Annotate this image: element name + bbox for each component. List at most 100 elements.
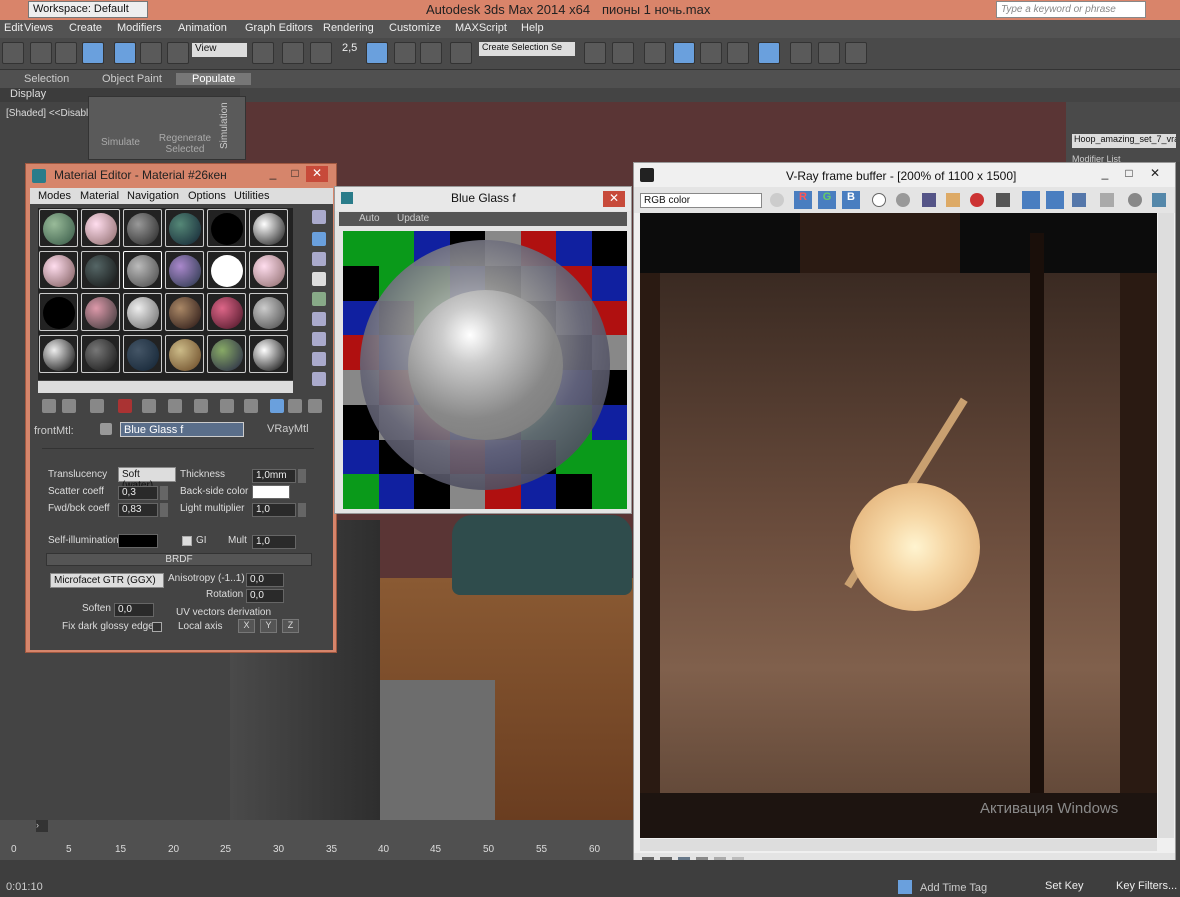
eyedropper-icon[interactable] [100, 423, 112, 435]
time-tag-icon[interactable] [898, 880, 912, 894]
sample-slot[interactable] [123, 209, 162, 247]
sample-slot[interactable] [207, 251, 246, 289]
clear-image-icon[interactable] [970, 193, 984, 207]
backside-color-swatch[interactable] [252, 485, 290, 499]
track-mouse-icon[interactable] [1022, 191, 1040, 209]
menu-rendering[interactable]: Rendering [323, 22, 374, 34]
axis-z-button[interactable]: Z [282, 619, 299, 633]
vray-maximize-button[interactable]: □ [1118, 166, 1140, 182]
options-icon[interactable] [312, 332, 326, 346]
sample-slot[interactable] [39, 335, 78, 373]
auto-checkbox[interactable]: Auto [359, 213, 380, 224]
menu-material[interactable]: Material [80, 190, 119, 202]
reference-coord-dropdown[interactable]: View [192, 43, 247, 57]
add-time-tag-button[interactable]: Add Time Tag [920, 882, 987, 894]
make-unique-icon[interactable] [168, 399, 182, 413]
stereo-icon[interactable] [1100, 193, 1114, 207]
reset-map-icon[interactable] [118, 399, 132, 413]
open-image-icon[interactable] [946, 193, 960, 207]
menu-graph-editors[interactable]: Graph Editors [245, 22, 313, 34]
schematic-view-icon[interactable] [727, 42, 749, 64]
vray-minimize-button[interactable]: _ [1094, 166, 1116, 182]
scale-icon[interactable] [167, 42, 189, 64]
show-shaded-icon[interactable] [244, 399, 258, 413]
green-channel-button[interactable]: G [818, 191, 836, 209]
make-preview-icon[interactable] [312, 312, 326, 326]
ribbon-tab-populate[interactable]: Populate [176, 73, 252, 85]
channel-dropdown[interactable]: RGB color [640, 193, 762, 208]
spinner-snap-icon[interactable] [420, 42, 442, 64]
white-circle-icon[interactable] [872, 193, 886, 207]
menu-modes[interactable]: Modes [38, 190, 71, 202]
select-manipulate-icon[interactable] [282, 42, 304, 64]
rendered-frame-window-icon[interactable] [818, 42, 840, 64]
sample-slot[interactable] [249, 251, 288, 289]
render-last-icon[interactable] [1046, 191, 1064, 209]
rotation-input[interactable]: 0,0 [246, 589, 284, 603]
viewport-label[interactable]: [Shaded] <<Disabl [6, 108, 88, 119]
sample-slot[interactable] [165, 293, 204, 331]
put-to-library-icon[interactable] [194, 399, 208, 413]
soften-input[interactable]: 0,0 [114, 603, 154, 617]
timeline-next-icon[interactable]: › [36, 820, 48, 832]
fwd-bck-spinner[interactable] [160, 503, 168, 517]
blue-channel-button[interactable]: B [842, 191, 860, 209]
maximize-button[interactable]: □ [284, 166, 306, 182]
sample-slot[interactable] [81, 335, 120, 373]
set-key-button[interactable]: Set Key [1045, 880, 1084, 892]
mult-input[interactable]: 1,0 [252, 535, 296, 549]
minimize-button[interactable]: _ [262, 166, 284, 182]
scene-explorer-icon[interactable] [673, 42, 695, 64]
sample-slot[interactable] [207, 209, 246, 247]
window-crossing-icon[interactable] [82, 42, 104, 64]
material-editor-icon[interactable] [758, 42, 780, 64]
align-icon[interactable] [612, 42, 634, 64]
anisotropy-input[interactable]: 0,0 [246, 573, 284, 587]
get-material-icon[interactable] [42, 399, 56, 413]
preview-close-button[interactable]: ✕ [603, 191, 625, 207]
close-button[interactable]: ✕ [306, 166, 328, 182]
percent-snap-icon[interactable] [394, 42, 416, 64]
thickness-spinner[interactable] [298, 469, 306, 483]
self-illumination-swatch[interactable] [118, 534, 158, 548]
sample-slot[interactable] [249, 293, 288, 331]
grey-circle-icon[interactable] [896, 193, 910, 207]
render-setup-icon[interactable] [790, 42, 812, 64]
keyboard-shortcut-icon[interactable] [310, 42, 332, 64]
go-forward-sibling-icon[interactable] [308, 399, 322, 413]
display-tab[interactable]: Display [10, 88, 46, 100]
menu-options[interactable]: Options [188, 190, 226, 202]
sample-slot[interactable] [165, 209, 204, 247]
regenerate-button[interactable]: Regenerate Selected [157, 133, 213, 155]
pivot-icon[interactable] [252, 42, 274, 64]
simulate-button[interactable]: Simulate [101, 137, 140, 148]
scatter-input[interactable]: 0,3 [118, 486, 158, 500]
timeline[interactable]: › 0 5 15 20 25 30 35 40 45 50 55 60 [0, 820, 633, 860]
render-production-icon[interactable] [845, 42, 867, 64]
menu-modifiers[interactable]: Modifiers [117, 22, 162, 34]
material-navigator-icon[interactable] [312, 372, 326, 386]
sample-slot[interactable] [81, 251, 120, 289]
sample-slot[interactable] [249, 209, 288, 247]
sample-slot[interactable] [249, 335, 288, 373]
axis-y-button[interactable]: Y [260, 619, 277, 633]
edit-named-selection-icon[interactable] [450, 42, 472, 64]
brdf-type-dropdown[interactable]: Microfacet GTR (GGX) [50, 573, 164, 588]
lens-effects-icon[interactable] [1072, 193, 1086, 207]
sample-slot[interactable] [81, 209, 120, 247]
make-copy-icon[interactable] [142, 399, 156, 413]
menu-help[interactable]: Help [521, 22, 544, 34]
sample-uv-icon[interactable] [312, 272, 326, 286]
sample-slot[interactable] [123, 335, 162, 373]
menu-create[interactable]: Create [69, 22, 102, 34]
background-icon[interactable] [312, 252, 326, 266]
go-to-parent-icon[interactable] [288, 399, 302, 413]
light-multiplier-spinner[interactable] [298, 503, 306, 517]
gi-checkbox[interactable] [182, 536, 192, 546]
assign-to-selection-icon[interactable] [90, 399, 104, 413]
sample-slot[interactable] [81, 293, 120, 331]
layer-manager-icon[interactable] [644, 42, 666, 64]
scatter-spinner[interactable] [160, 486, 168, 500]
mirror-icon[interactable] [584, 42, 606, 64]
backlight-icon[interactable] [312, 232, 326, 246]
